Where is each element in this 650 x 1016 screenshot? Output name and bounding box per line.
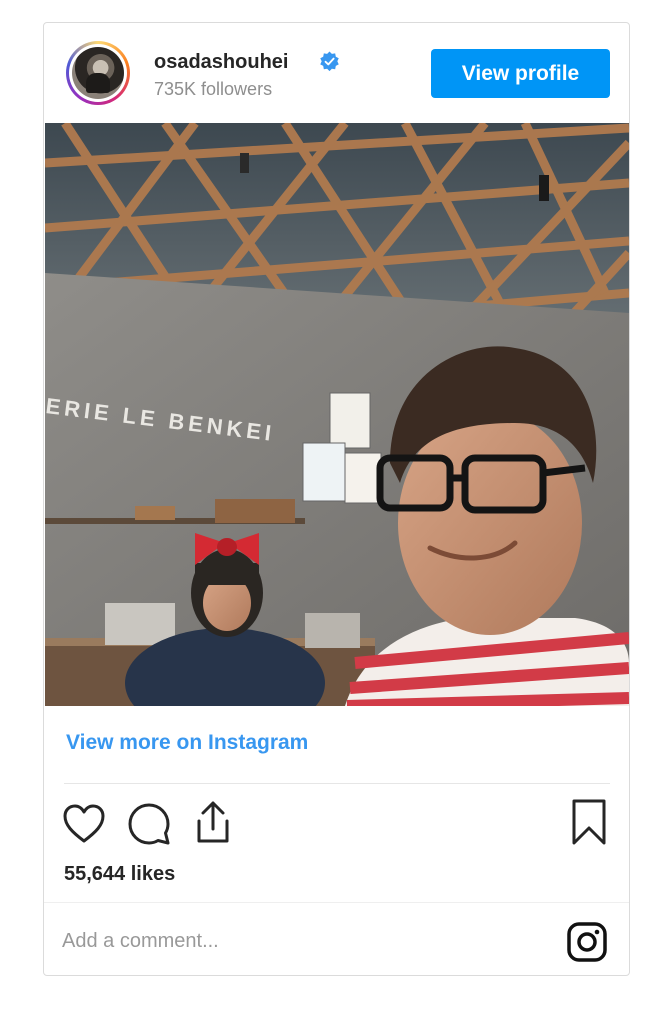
divider xyxy=(44,902,629,903)
comment-bubble-icon xyxy=(128,803,170,845)
username[interactable]: osadashouhei xyxy=(154,51,288,74)
post-photo-image: ERIE LE BENKEI xyxy=(45,123,629,706)
instagram-logo-button[interactable] xyxy=(564,919,610,965)
post-photo[interactable]: ERIE LE BENKEI xyxy=(45,123,629,706)
bookmark-icon xyxy=(572,799,606,845)
share-button[interactable] xyxy=(190,799,236,845)
verified-badge-icon xyxy=(320,51,339,72)
follower-count: 735K followers xyxy=(154,79,273,99)
add-comment-input[interactable] xyxy=(62,919,542,963)
save-button[interactable] xyxy=(566,799,612,845)
comment-button[interactable] xyxy=(126,801,172,847)
instagram-embed-card: osadashouhei 735K followers View profile xyxy=(43,22,630,976)
like-button[interactable] xyxy=(61,801,107,847)
like-count: 55,644 likes xyxy=(64,863,176,885)
avatar[interactable] xyxy=(66,41,130,105)
avatar-photo xyxy=(72,47,124,99)
divider xyxy=(64,783,610,784)
heart-icon xyxy=(63,804,105,843)
instagram-logo-icon xyxy=(567,922,607,962)
view-more-on-instagram-link[interactable]: View more on Instagram xyxy=(66,731,308,755)
post-header: osadashouhei 735K followers View profile xyxy=(44,23,629,123)
view-profile-button[interactable]: View profile xyxy=(431,49,610,98)
share-icon xyxy=(197,801,229,843)
